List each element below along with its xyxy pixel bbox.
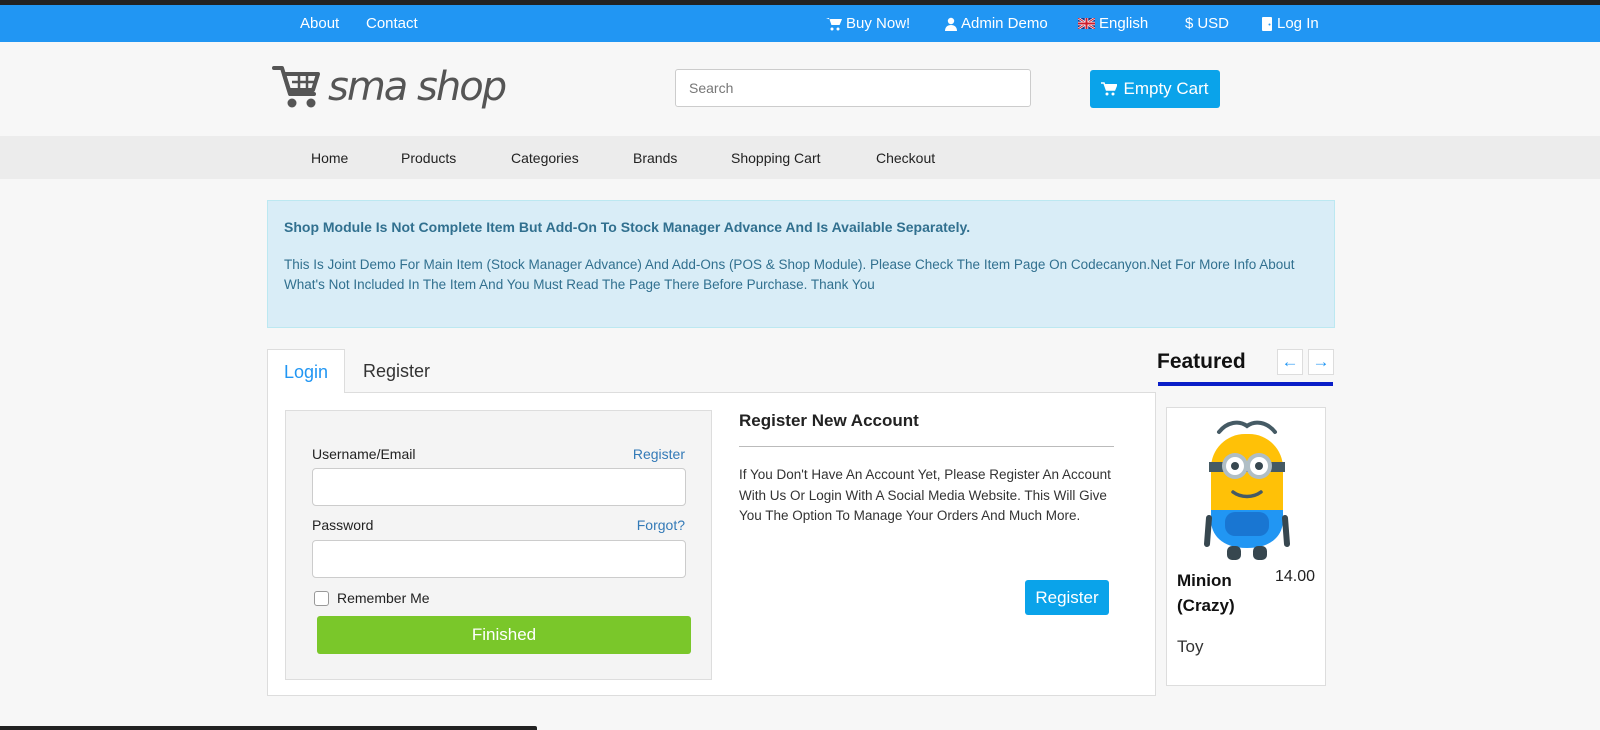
user-menu[interactable]: Admin Demo	[945, 15, 1048, 32]
register-button[interactable]: Register	[1025, 580, 1109, 615]
cart-icon	[1101, 82, 1118, 96]
nav-products[interactable]: Products	[401, 150, 456, 166]
tab-login[interactable]: Login	[267, 349, 345, 393]
minion-product-image	[1204, 420, 1290, 560]
nav-checkout[interactable]: Checkout	[876, 150, 935, 166]
divider	[739, 446, 1114, 447]
auth-panel: Username/Email Register Password Forgot?…	[267, 392, 1156, 696]
featured-title: Featured	[1157, 350, 1246, 373]
alert-body: This Is Joint Demo For Main Item (Stock …	[284, 257, 1295, 292]
buy-now-link[interactable]: Buy Now!	[826, 15, 910, 32]
remember-me-label: Remember Me	[337, 590, 430, 606]
nav-home[interactable]: Home	[311, 150, 348, 166]
nav-shopping-cart[interactable]: Shopping Cart	[731, 150, 821, 166]
password-field[interactable]	[312, 540, 686, 578]
product-card[interactable]: Minion (Crazy) 14.00 Toy	[1166, 407, 1326, 686]
remember-me-checkbox[interactable]	[314, 590, 329, 606]
alert-title: Shop Module Is Not Complete Item But Add…	[284, 219, 971, 235]
prev-arrow-icon[interactable]: ←	[1277, 349, 1303, 375]
username-field[interactable]	[312, 468, 686, 506]
product-name[interactable]: Minion (Crazy)	[1177, 568, 1267, 618]
info-alert: Shop Module Is Not Complete Item But Add…	[267, 200, 1335, 328]
password-label: Password	[312, 517, 374, 533]
site-logo[interactable]: sma shop	[272, 64, 507, 110]
logo-text: sma shop	[328, 64, 507, 110]
product-category[interactable]: Toy	[1177, 637, 1203, 657]
nav-brands[interactable]: Brands	[633, 150, 677, 166]
bottom-edge	[0, 726, 537, 730]
about-link[interactable]: About	[300, 15, 339, 32]
dollar-icon: $	[1185, 15, 1194, 32]
shopping-cart-logo-icon	[272, 66, 320, 108]
login-form: Username/Email Register Password Forgot?…	[285, 410, 712, 680]
login-icon	[1262, 16, 1272, 31]
next-arrow-icon[interactable]: →	[1308, 349, 1334, 375]
register-description: If You Don't Have An Account Yet, Please…	[739, 467, 1111, 523]
language-selector[interactable]: English	[1078, 15, 1148, 32]
user-icon	[945, 17, 957, 31]
featured-underline	[1158, 382, 1333, 386]
main-nav: Home Products Categories Brands Shopping…	[0, 136, 1600, 179]
finished-button[interactable]: Finished	[317, 616, 691, 654]
nav-categories[interactable]: Categories	[511, 150, 579, 166]
tab-register[interactable]: Register	[347, 349, 446, 393]
search-input[interactable]	[675, 69, 1031, 107]
cart-icon	[826, 17, 842, 30]
top-bar: About Contact Buy Now! Admin Demo Englis…	[0, 5, 1600, 42]
register-link[interactable]: Register	[633, 446, 685, 462]
forgot-password-link[interactable]: Forgot?	[637, 517, 685, 533]
login-link[interactable]: Log In	[1262, 15, 1319, 32]
currency-selector[interactable]: $ USD	[1185, 15, 1229, 32]
username-label: Username/Email	[312, 446, 416, 462]
contact-link[interactable]: Contact	[366, 15, 418, 32]
remember-me: Remember Me	[314, 590, 430, 606]
register-title: Register New Account	[739, 411, 919, 430]
product-price: 14.00	[1274, 568, 1315, 585]
empty-cart-button[interactable]: Empty Cart	[1090, 70, 1220, 108]
site-header: sma shop Empty Cart	[0, 42, 1600, 136]
uk-flag-icon	[1078, 18, 1095, 29]
